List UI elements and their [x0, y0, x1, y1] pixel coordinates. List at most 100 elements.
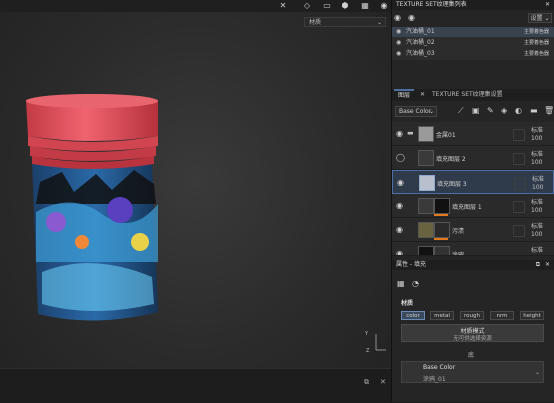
layer-item-selected[interactable]: ◉ 填充图层 3 标准 100 [392, 170, 554, 194]
texture-set-shader: 主要着色器 [524, 40, 550, 46]
monitor-icon[interactable]: ⬢ [340, 1, 350, 11]
layer-opacity[interactable]: 100 [531, 207, 542, 214]
trash-icon[interactable]: 🗑 [544, 106, 554, 115]
layer-blend[interactable]: 标准 [531, 221, 543, 230]
eye-icon[interactable]: ◉ [396, 129, 403, 138]
chevron-down-icon: ⌄ [376, 19, 382, 26]
eye-icon[interactable]: ◉ [396, 38, 401, 48]
tab-texture-set-settings[interactable]: TEXTURE SET纹理集设置 [432, 89, 503, 101]
material-dropdown-label: 材质 [309, 19, 322, 26]
channel-toggle-metal[interactable]: metal [430, 311, 454, 320]
add-effect-icon[interactable]: ⟋ [458, 106, 464, 116]
shape-icon[interactable]: ◇ [302, 1, 312, 11]
close-icon[interactable]: ✕ [545, 260, 550, 270]
eye-icon[interactable]: ◉ [396, 27, 401, 37]
tab-texture-set-settings-label: TEXTURE SET纹理集设置 [432, 91, 503, 98]
grid-icon[interactable]: ▦ [360, 1, 370, 11]
palette-icon[interactable]: ◐ [515, 106, 522, 115]
visibility-icon[interactable]: ◉ [408, 13, 415, 22]
eye-icon[interactable]: ◉ [396, 225, 403, 234]
layer-item[interactable]: ◉ ▬ 金属01 标准 100 [392, 122, 554, 146]
layer-blend[interactable]: 标准 [531, 125, 543, 134]
properties-header: 属性 - 填充 ⧉ ✕ [392, 260, 554, 270]
channel-toggle-rough[interactable]: rough [460, 311, 484, 320]
material-sphere-icon[interactable]: ◔ [412, 279, 419, 288]
layer-item[interactable]: ◯ 填充图层 2 标准 100 [392, 146, 554, 170]
layer-name: 污渍 [452, 228, 465, 235]
camera-icon[interactable]: ✕ [278, 1, 288, 11]
layer-item[interactable]: ◉ 填充图层 1 标准 100 [392, 194, 554, 218]
layers-tab-bar: 图层 ✕ TEXTURE SET纹理集设置 [392, 89, 554, 101]
channel-toggle-height[interactable]: height [520, 311, 544, 320]
layer-thumbnail [418, 222, 434, 238]
viewport-toolbar: ✕ ◇ ▭ ⬢ ▦ ◉ [0, 0, 391, 12]
settings-label: 设置 [530, 15, 543, 22]
chevron-down-icon: ⌄ [535, 369, 541, 376]
layer-opacity[interactable]: 100 [531, 255, 542, 256]
eye-icon[interactable]: ◉ [394, 13, 401, 22]
fill-properties-icon[interactable]: ▦ [397, 279, 405, 288]
material-dropdown[interactable]: 材质 ⌄ [304, 17, 386, 27]
texture-set-item[interactable]: ◉ 汽油桶_01 主要着色器 [392, 27, 554, 37]
layer-thumbnail [418, 198, 434, 214]
texture-set-list: ◉ 汽油桶_01 主要着色器 ◉ 汽油桶_02 主要着色器 ◉ 汽油桶_03 主… [392, 27, 554, 60]
eye-icon[interactable]: ◯ [396, 153, 405, 162]
texture-set-item[interactable]: ◉ 汽油桶_03 主要着色器 [392, 49, 554, 59]
cube-icon[interactable]: ▭ [322, 1, 332, 11]
texture-set-item[interactable]: ◉ 汽油桶_02 主要着色器 [392, 38, 554, 48]
brush-icon[interactable]: ✎ [487, 106, 494, 115]
layer-name: 金属01 [436, 132, 456, 139]
layer-opacity[interactable]: 100 [532, 184, 543, 191]
layer-thumbnail [418, 126, 434, 142]
close-icon[interactable]: ✕ [380, 378, 386, 386]
close-icon[interactable]: ✕ [420, 91, 425, 98]
layer-blend[interactable]: 标准 [531, 245, 543, 254]
layer-blend[interactable]: 标准 [531, 197, 543, 206]
layer-name: 填充图层 3 [437, 181, 467, 188]
texture-set-name: 汽油桶_01 [406, 28, 435, 35]
layer-opacity[interactable]: 100 [531, 159, 542, 166]
material-mode-value: 无可供选择资源 [453, 336, 492, 342]
texture-set-shader: 主要着色器 [524, 51, 550, 57]
dots-icon[interactable]: ◉ [379, 1, 389, 11]
folder-icon: ▬ [407, 129, 414, 137]
tab-layers-label: 图层 [398, 92, 411, 99]
layer-blend[interactable]: 标准 [532, 174, 544, 183]
expand-icon[interactable]: ⧉ [536, 260, 540, 270]
add-mask-icon[interactable]: ▣ [472, 106, 480, 115]
viewport-bottom-bar: ⧉ ✕ [0, 368, 391, 403]
settings-dropdown[interactable]: 设置 ⌄ [528, 13, 552, 23]
texture-set-shader: 主要着色器 [524, 29, 550, 35]
channel-select[interactable]: Base Color ⌄ [395, 106, 437, 117]
layer-mask-slot [513, 201, 525, 213]
layer-blend[interactable]: 标准 [531, 149, 543, 158]
layer-mask-slot [513, 153, 525, 165]
channel-toggle-nrm[interactable]: nrm [490, 311, 514, 320]
eye-icon[interactable]: ◉ [396, 249, 403, 255]
base-color-label: Base Color [423, 364, 456, 371]
layer-thumbnail [418, 150, 434, 166]
layer-opacity[interactable]: 100 [531, 135, 542, 142]
texture-set-name: 汽油桶_02 [406, 39, 435, 46]
tab-layers[interactable]: 图层 [394, 89, 415, 101]
layer-item[interactable]: ◉ 污渍 标准 100 [392, 218, 554, 242]
fill-icon[interactable]: ◈ [501, 106, 507, 115]
properties-title: 属性 - 填充 [396, 261, 426, 268]
layer-mask-slot [514, 178, 526, 190]
texture-set-list-header: TEXTURE SET纹理集列表 ✕ [392, 0, 554, 10]
channel-toggle-color[interactable]: color [401, 311, 425, 320]
eye-icon[interactable]: ◉ [396, 49, 401, 59]
folder-icon[interactable]: ▬ [530, 106, 538, 115]
expand-icon[interactable]: ⧉ [364, 378, 369, 387]
layer-thumbnail [418, 246, 434, 255]
base-color-slot[interactable]: Base Color 涂鸦_01 ⌄ [401, 361, 544, 383]
layer-opacity[interactable]: 100 [531, 231, 542, 238]
eye-icon[interactable]: ◉ [397, 178, 404, 187]
layer-mask-thumbnail [434, 222, 450, 238]
axis-z-label: Z [366, 348, 370, 354]
layer-mask-indicator [434, 214, 448, 216]
layer-item[interactable]: ◉ 涂鸦 标准 100 [392, 242, 554, 256]
material-mode-box[interactable]: 材质模式 无可供选择资源 [401, 324, 544, 342]
close-icon[interactable]: ✕ [545, 0, 550, 10]
eye-icon[interactable]: ◉ [396, 201, 403, 210]
